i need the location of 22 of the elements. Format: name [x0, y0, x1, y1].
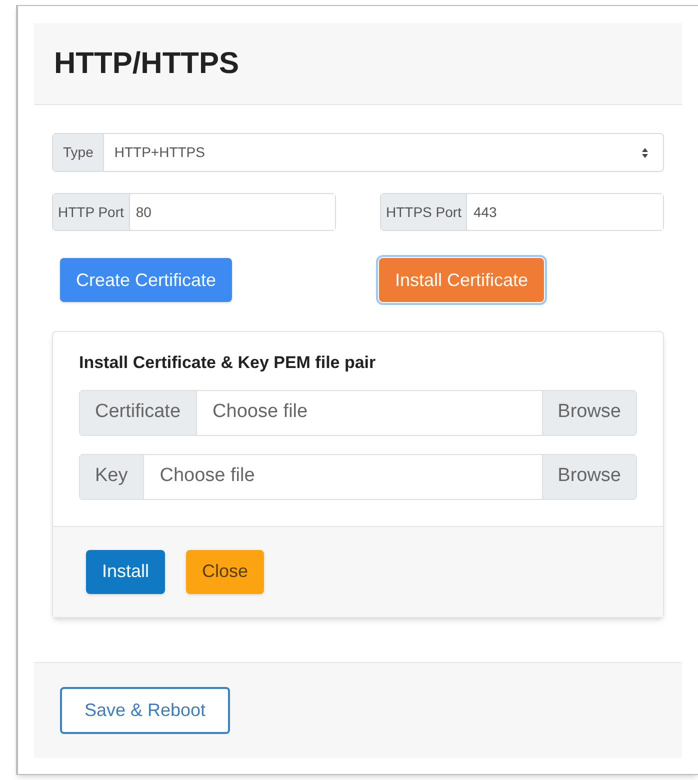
page-title: HTTP/HTTPS	[54, 46, 239, 82]
panel-title: Install Certificate & Key PEM file pair	[79, 352, 377, 374]
browse-button[interactable]: Browse	[542, 454, 636, 498]
file-field[interactable]: Key Choose file Browse	[79, 454, 637, 500]
type-select[interactable]: Type HTTP+HTTPS	[52, 133, 664, 172]
file-field[interactable]: Certificate Choose file Browse	[79, 390, 637, 436]
port-label: HTTP Port	[53, 194, 130, 230]
port-field[interactable]: HTTP Port 80	[52, 193, 336, 231]
panel-button[interactable]: Install	[86, 550, 166, 594]
sort-arrows-icon	[641, 146, 649, 158]
save-reboot-button[interactable]: Save & Reboot	[60, 686, 230, 734]
port-field[interactable]: HTTPS Port 443	[380, 193, 664, 231]
type-value: HTTP+HTTPS	[113, 143, 206, 162]
file-placeholder: Choose file	[212, 400, 309, 424]
type-label: Type	[53, 134, 104, 171]
browse-button[interactable]: Browse	[542, 390, 636, 434]
file-label: Key	[80, 454, 144, 498]
file-label: Certificate	[80, 390, 197, 434]
port-label: HTTPS Port	[381, 194, 468, 230]
file-placeholder: Choose file	[158, 464, 256, 488]
certificate-button[interactable]: Create Certificate	[60, 258, 232, 302]
panel-button[interactable]: Close	[186, 550, 264, 594]
